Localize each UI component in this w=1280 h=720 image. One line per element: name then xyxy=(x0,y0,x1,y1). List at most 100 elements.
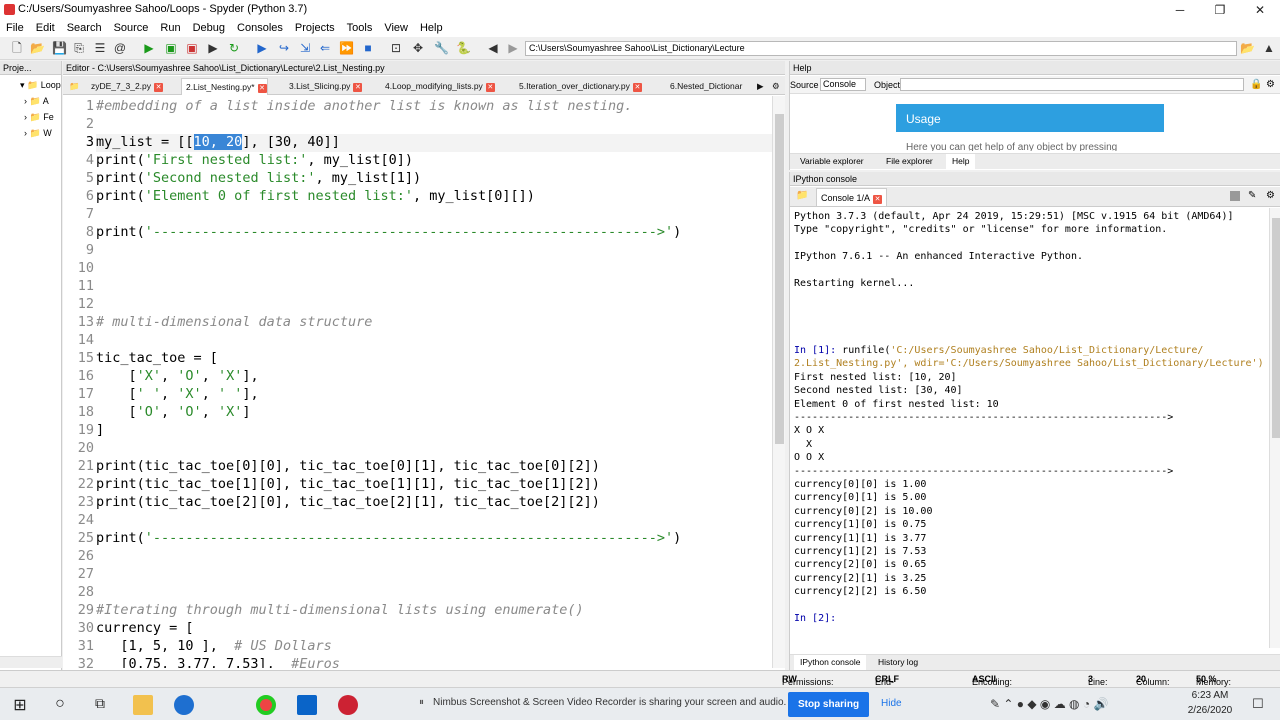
code-line[interactable]: ] xyxy=(96,422,104,438)
tab-history-log[interactable]: History log xyxy=(872,655,924,670)
help-options-gear-icon[interactable]: ⚙ xyxy=(1266,79,1275,90)
stop-debug-icon[interactable]: ■ xyxy=(361,41,375,55)
continue-icon[interactable]: ⏩ xyxy=(339,41,354,55)
menu-edit[interactable]: Edit xyxy=(30,20,61,37)
maximize-pane-icon[interactable]: ⊡ xyxy=(389,41,403,55)
windows-start-icon[interactable]: ⊞ xyxy=(10,695,30,715)
run-icon[interactable]: ▶ xyxy=(142,41,156,55)
clock-time[interactable]: 6:23 AM xyxy=(1180,690,1240,701)
close-tab-icon[interactable]: ✕ xyxy=(154,83,164,92)
text-selection[interactable]: 10, 20 xyxy=(193,134,243,150)
menu-run[interactable]: Run xyxy=(154,20,186,37)
code-line[interactable]: print(tic_tac_toe[1][0], tic_tac_toe[1][… xyxy=(96,476,600,492)
tab-ipython-console[interactable]: IPython console xyxy=(794,655,867,670)
console-scroll-thumb[interactable] xyxy=(1272,218,1280,438)
code-line[interactable]: my_list = [[10, 20], [30, 40]] xyxy=(96,134,340,150)
editor-scroll-thumb[interactable] xyxy=(775,114,784,444)
close-tab-icon[interactable]: ✕ xyxy=(485,83,495,92)
code-area[interactable]: #embedding of a list inside another list… xyxy=(96,96,776,668)
code-line[interactable]: #Iterating through multi-dimensional lis… xyxy=(96,602,584,618)
cortana-search-icon[interactable]: ○ xyxy=(50,695,70,715)
open-file-icon[interactable]: 📂 xyxy=(30,41,45,55)
python-path-icon[interactable]: 🐍 xyxy=(456,41,471,55)
code-line[interactable]: # multi-dimensional data structure xyxy=(96,314,372,330)
edge-browser-icon[interactable] xyxy=(174,695,194,715)
rerun-icon[interactable]: ↻ xyxy=(227,41,241,55)
tab-list-slicing[interactable]: 3.List_Slicing.py ✕ xyxy=(285,78,363,95)
menu-tools[interactable]: Tools xyxy=(341,20,379,37)
browse-folder-icon[interactable]: 📂 xyxy=(1240,41,1255,55)
preferences-icon[interactable]: 🔧 xyxy=(434,41,449,55)
fullscreen-icon[interactable]: ✥ xyxy=(411,41,425,55)
project-root-item[interactable]: ▾ 📁 Loop xyxy=(20,80,61,91)
back-arrow-icon[interactable]: ◀ xyxy=(486,41,500,55)
close-tab-icon[interactable]: ✕ xyxy=(353,83,363,92)
console-vscrollbar[interactable] xyxy=(1269,208,1280,648)
code-line[interactable]: [1, 5, 10 ], # US Dollars xyxy=(96,638,331,654)
code-line[interactable]: [' ', 'X', ' '], xyxy=(96,386,259,402)
forward-arrow-icon[interactable]: ▶ xyxy=(506,41,520,55)
tab-variable-explorer[interactable]: Variable explorer xyxy=(794,154,870,169)
file-explorer-icon[interactable] xyxy=(133,695,153,715)
clock-date[interactable]: 2/26/2020 xyxy=(1180,705,1240,716)
step-icon[interactable]: ↪ xyxy=(277,41,291,55)
list-icon[interactable]: ☰ xyxy=(93,41,107,55)
parent-dir-icon[interactable]: ▲ xyxy=(1262,41,1276,55)
help-source-select[interactable]: Console xyxy=(820,78,866,91)
maximize-button[interactable]: ❐ xyxy=(1200,0,1240,20)
tab-file-explorer[interactable]: File explorer xyxy=(880,154,939,169)
code-line[interactable]: #embedding of a list inside another list… xyxy=(96,98,632,114)
lock-icon[interactable]: 🔒 xyxy=(1250,79,1262,90)
code-line[interactable]: tic_tac_toe = [ xyxy=(96,350,218,366)
code-line[interactable]: [0.75, 3.77, 7.53], #Euros xyxy=(96,656,339,668)
new-file-icon[interactable]: 🗋 xyxy=(10,41,24,55)
menu-debug[interactable]: Debug xyxy=(187,20,231,37)
tab-scroll-right-icon[interactable]: ▶ xyxy=(753,78,764,95)
code-line[interactable]: print('---------------------------------… xyxy=(96,224,681,240)
debug-icon[interactable]: ▶ xyxy=(255,41,269,55)
menu-source[interactable]: Source xyxy=(108,20,155,37)
tab-nested-dictionary[interactable]: 6.Nested_Dictionar xyxy=(666,78,746,95)
code-line[interactable]: print('First nested list:', my_list[0]) xyxy=(96,152,413,168)
console-browse-icon[interactable]: 📁 xyxy=(796,190,808,201)
console-output[interactable]: Python 3.7.3 (default, Apr 24 2019, 15:2… xyxy=(790,208,1268,648)
tab-options-gear-icon[interactable]: ⚙ xyxy=(768,78,780,95)
project-item[interactable]: › 📁 W xyxy=(24,128,52,139)
menu-view[interactable]: View xyxy=(378,20,414,37)
tab-zyde[interactable]: zyDE_7_3_2.py ✕ xyxy=(87,78,164,95)
minimize-button[interactable]: ─ xyxy=(1160,0,1200,20)
tab-loop-modifying[interactable]: 4.Loop_modifying_lists.py ✕ xyxy=(381,78,495,95)
project-item[interactable]: › 📁 A xyxy=(24,96,49,107)
system-tray-icons[interactable]: ✎ ⌃ ● ◆ ◉ ☁ ◍ ◔ 🔊 xyxy=(990,697,1108,711)
menu-consoles[interactable]: Consoles xyxy=(231,20,289,37)
close-window-button[interactable]: ✕ xyxy=(1240,0,1280,20)
close-console-icon[interactable]: ✕ xyxy=(873,195,883,204)
project-item[interactable]: › 📁 Fe xyxy=(24,112,54,123)
tab-help[interactable]: Help xyxy=(946,154,976,169)
editor-vscrollbar[interactable] xyxy=(772,96,785,668)
tab-iteration-dictionary[interactable]: 5.Iteration_over_dictionary.py ✕ xyxy=(515,78,642,95)
run-cell-advance-icon[interactable]: ▣ xyxy=(185,41,199,55)
step-return-icon[interactable]: ⇐ xyxy=(318,41,332,55)
save-all-icon[interactable]: ⎘ xyxy=(72,41,86,55)
project-hscrollbar[interactable] xyxy=(0,656,62,668)
code-line[interactable]: ['X', 'O', 'X'], xyxy=(96,368,259,384)
at-icon[interactable]: @ xyxy=(113,41,127,55)
code-line[interactable]: print('---------------------------------… xyxy=(96,530,681,546)
notifications-icon[interactable]: ☐ xyxy=(1252,696,1264,712)
menu-search[interactable]: Search xyxy=(61,20,108,37)
tab-list-nesting[interactable]: 2.List_Nesting.py* ✕ xyxy=(181,78,268,95)
outlook-icon[interactable] xyxy=(297,695,317,715)
working-directory-field[interactable]: C:\Users\Soumyashree Sahoo\List_Dictiona… xyxy=(525,41,1237,56)
code-line[interactable]: print('Second nested list:', my_list[1]) xyxy=(96,170,421,186)
step-into-icon[interactable]: ⇲ xyxy=(298,41,312,55)
menu-projects[interactable]: Projects xyxy=(289,20,341,37)
close-tab-icon[interactable]: ✕ xyxy=(632,83,642,92)
clear-console-icon[interactable]: ✎ xyxy=(1248,190,1256,201)
help-object-input[interactable] xyxy=(900,78,1244,91)
code-line[interactable]: currency = [ xyxy=(96,620,194,636)
save-icon[interactable]: 💾 xyxy=(52,41,67,55)
spyder-taskbar-icon[interactable] xyxy=(338,695,358,715)
code-line[interactable]: ['O', 'O', 'X'] xyxy=(96,404,251,420)
chrome-icon[interactable] xyxy=(256,695,276,715)
